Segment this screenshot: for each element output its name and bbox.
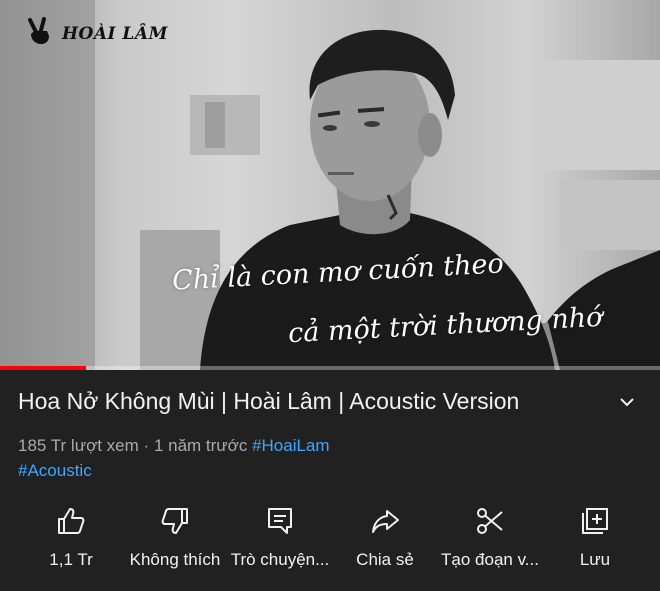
progress-bar[interactable] [0,366,660,370]
action-bar: 1,1 Tr Không thích Trò chuyện... Chia sẻ… [0,500,660,580]
share-arrow-icon [372,510,399,533]
scissors-icon [477,508,503,534]
peace-hand-icon [28,17,49,45]
video-title[interactable]: Hoa Nở Không Mùi | Hoài Lâm | Acoustic V… [18,388,608,415]
like-count: 1,1 Tr [49,550,93,569]
thumbs-up-icon [58,508,85,534]
hashtag-acoustic[interactable]: #Acoustic [18,461,92,481]
chevron-down-icon[interactable] [614,392,640,414]
meta-separator: · [143,436,150,455]
like-button[interactable]: 1,1 Tr [40,500,102,580]
thumbs-down-icon [161,508,188,534]
watermark-text: HOÀI LÂM [62,24,168,44]
view-count: 185 Tr lượt xem [18,436,139,455]
clip-button[interactable]: Tạo đoạn v... [436,500,544,580]
dislike-label: Không thích [129,550,221,569]
share-label: Chia sẻ [356,550,414,569]
share-button[interactable]: Chia sẻ [352,500,418,580]
clip-label: Tạo đoạn v... [441,550,539,569]
chat-button[interactable]: Trò chuyện... [228,500,332,580]
save-button[interactable]: Lưu [570,500,620,580]
hashtag-hoailam[interactable]: #HoaiLam [252,436,330,455]
video-metadata: 185 Tr lượt xem · 1 năm trước #HoaiLam [18,436,330,456]
video-player[interactable]: HOÀI LÂM Chỉ là con mơ cuốn theo cả một … [0,0,660,370]
save-label: Lưu [579,550,611,569]
add-to-playlist-icon [582,508,608,534]
chat-icon [268,508,292,534]
upload-age: 1 năm trước [153,436,248,455]
chat-label: Trò chuyện... [230,550,330,569]
dislike-button[interactable]: Không thích [125,500,225,580]
progress-bar-fill [0,366,86,370]
channel-watermark: HOÀI LÂM [22,14,168,54]
